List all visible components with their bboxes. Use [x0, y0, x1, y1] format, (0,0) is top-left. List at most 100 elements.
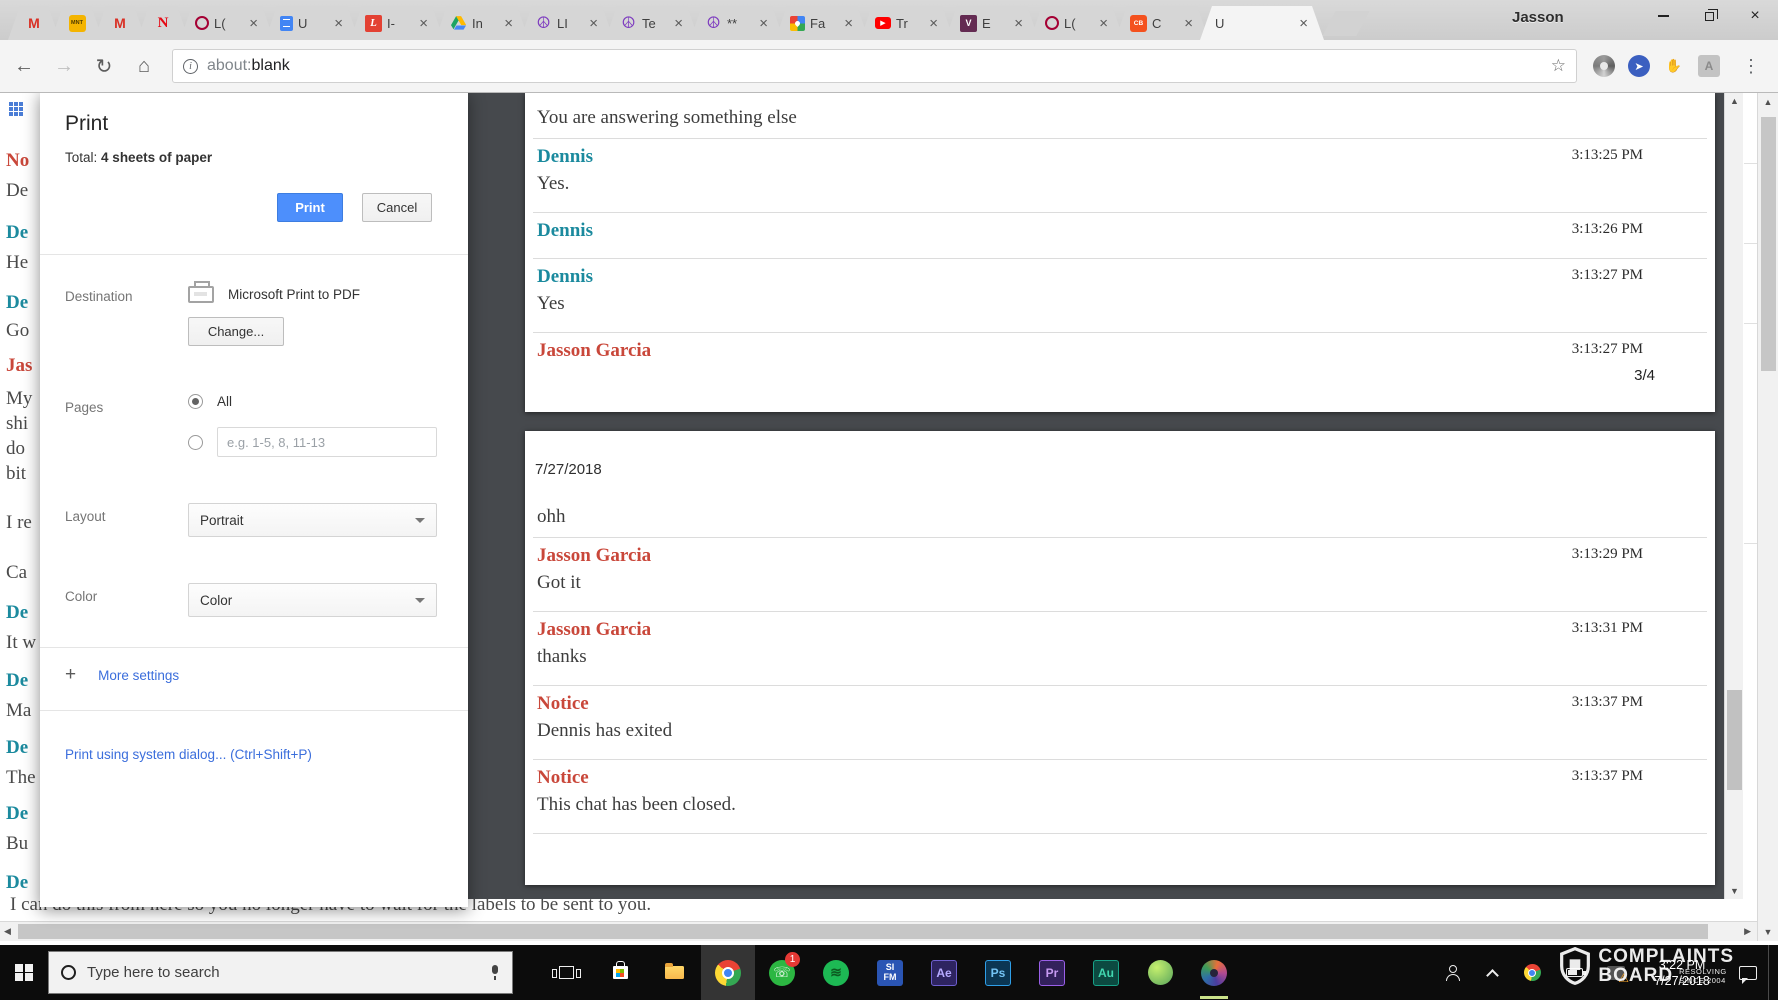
taskbar-whatsapp[interactable]: ☏ 1 [755, 945, 809, 1000]
tab-close-icon[interactable]: × [589, 16, 598, 31]
tab[interactable]: CB C × [1115, 6, 1209, 40]
people-button[interactable] [1432, 945, 1472, 1000]
back-button[interactable]: ← [12, 55, 36, 78]
pages-custom-radio[interactable] [188, 434, 203, 450]
bookmark-star-icon[interactable]: ☆ [1551, 56, 1566, 76]
taskbar-task-view[interactable] [539, 945, 593, 1000]
taskbar-screen-recorder[interactable] [1187, 945, 1241, 1000]
tab[interactable]: Fa × [775, 6, 869, 40]
tab[interactable]: ☮ LI × [520, 6, 614, 40]
tab[interactable]: ☮ ** × [690, 6, 784, 40]
scroll-left-icon[interactable]: ◀ [4, 926, 11, 937]
tab-close-icon[interactable]: × [1299, 16, 1308, 31]
browser-scrollbar-thumb[interactable] [1761, 117, 1776, 371]
tab[interactable]: L(× [180, 6, 274, 40]
tab[interactable]: ☮ Te × [605, 6, 699, 40]
tab-close-icon[interactable]: × [249, 16, 258, 31]
tab-close-icon[interactable]: × [419, 16, 428, 31]
taskbar-microsoft-store[interactable] [593, 945, 647, 1000]
tab-active[interactable]: U × [1200, 6, 1324, 40]
more-settings-link[interactable]: More settings [98, 668, 179, 683]
tab[interactable]: U × [265, 6, 359, 40]
browser-scrollbar[interactable]: ▲ ▼ [1757, 93, 1778, 941]
tab-close-icon[interactable]: × [674, 16, 683, 31]
tab[interactable]: N [137, 6, 189, 40]
tab-close-icon[interactable]: × [334, 16, 343, 31]
taskbar-clock[interactable]: 3:22 PM 7/27/2018 [1636, 945, 1728, 1000]
tab-close-icon[interactable]: × [759, 16, 768, 31]
horizontal-scrollbar[interactable]: ◀ ▶ [0, 921, 1757, 941]
tab-close-icon[interactable]: × [504, 16, 513, 31]
adblock-hand-extension-icon[interactable]: ✋ [1663, 55, 1685, 77]
background-chat-fragment: De [6, 670, 29, 691]
tray-chevron-button[interactable] [1472, 945, 1512, 1000]
show-desktop-button[interactable] [1768, 945, 1778, 1000]
scroll-down-icon[interactable]: ▼ [1725, 886, 1744, 896]
restore-button[interactable] [1686, 0, 1732, 32]
tab[interactable]: M [94, 6, 146, 40]
tab-close-icon[interactable]: × [1099, 16, 1108, 31]
minimize-button[interactable] [1640, 0, 1686, 32]
tray-chrome-button[interactable] [1512, 945, 1552, 1000]
preview-scrollbar-thumb[interactable] [1727, 690, 1742, 790]
address-bar[interactable]: i about:blank ☆ [172, 49, 1577, 83]
cancel-button[interactable]: Cancel [362, 193, 432, 222]
taskbar-file-explorer[interactable] [647, 945, 701, 1000]
taskbar-android-studio[interactable] [1133, 945, 1187, 1000]
forward-button[interactable]: → [52, 55, 76, 78]
tab-close-icon[interactable]: × [1014, 16, 1023, 31]
action-center-button[interactable] [1728, 945, 1768, 1000]
tray-alert-button[interactable]: ⚠ [1596, 945, 1636, 1000]
message-sender: Jasson Garcia [537, 545, 652, 566]
tab[interactable]: ▶ Tr × [860, 6, 954, 40]
change-destination-button[interactable]: Change... [188, 317, 284, 346]
taskbar-audition[interactable]: Au [1079, 945, 1133, 1000]
tray-power-button[interactable] [1552, 945, 1596, 1000]
close-button[interactable]: × [1732, 0, 1778, 32]
start-button[interactable] [0, 945, 48, 1000]
taskbar-premiere[interactable]: Pr [1025, 945, 1079, 1000]
page-info-icon[interactable]: i [183, 58, 198, 74]
microphone-icon[interactable] [490, 965, 500, 980]
refresh-button[interactable]: ↻ [92, 54, 116, 79]
new-tab-button[interactable] [1322, 11, 1370, 36]
background-chat-fragment: De [6, 222, 29, 243]
tab[interactable]: V E × [945, 6, 1039, 40]
acrobat-extension-icon[interactable]: A [1698, 55, 1720, 77]
horizontal-scrollbar-thumb[interactable] [18, 924, 1708, 939]
taskbar-chrome[interactable] [701, 945, 755, 1000]
tab[interactable]: L I- × [350, 6, 444, 40]
tab[interactable]: L(× [1030, 6, 1124, 40]
tab-close-icon[interactable]: × [929, 16, 938, 31]
taskbar-after-effects[interactable]: Ae [917, 945, 971, 1000]
home-button[interactable]: ⌂ [132, 55, 156, 78]
scroll-down-icon[interactable]: ▼ [1758, 927, 1778, 937]
pages-all-radio[interactable] [188, 394, 203, 409]
click-clean-extension-icon[interactable]: ➤ [1628, 55, 1650, 77]
profile-name[interactable]: Jasson [1512, 9, 1564, 26]
preview-scrollbar[interactable]: ▲ ▼ [1724, 93, 1743, 899]
scroll-right-icon[interactable]: ▶ [1744, 926, 1751, 937]
taskbar-search[interactable]: Type here to search [48, 951, 513, 994]
tab-close-icon[interactable]: × [844, 16, 853, 31]
swirl-extension-icon[interactable] [1593, 55, 1615, 77]
taskbar-si-fm[interactable]: SI FM [863, 945, 917, 1000]
after-effects-icon: Ae [931, 959, 957, 986]
print-button[interactable]: Print [277, 193, 343, 222]
taskbar-photoshop[interactable]: Ps [971, 945, 1025, 1000]
color-select[interactable]: Color [188, 583, 437, 617]
pages-range-input[interactable] [217, 427, 437, 457]
tab-close-icon[interactable]: × [1184, 16, 1193, 31]
layout-select[interactable]: Portrait [188, 503, 437, 537]
system-dialog-link[interactable]: Print using system dialog... (Ctrl+Shift… [65, 747, 312, 762]
tab[interactable]: In × [435, 6, 529, 40]
scroll-up-icon[interactable]: ▲ [1758, 97, 1778, 107]
tab[interactable]: M [8, 6, 60, 40]
browser-menu-icon[interactable]: ⋮ [1736, 56, 1766, 77]
tab[interactable]: MNT [51, 6, 103, 40]
scroll-up-icon[interactable]: ▲ [1725, 96, 1744, 106]
taskbar-spotify[interactable]: ≋ [809, 945, 863, 1000]
peace-icon: ☮ [706, 15, 721, 32]
chat-message: Jasson Garcia Got it 3:13:29 PM [533, 537, 1707, 611]
chat-message: Notice Dennis has exited 3:13:37 PM [533, 685, 1707, 759]
